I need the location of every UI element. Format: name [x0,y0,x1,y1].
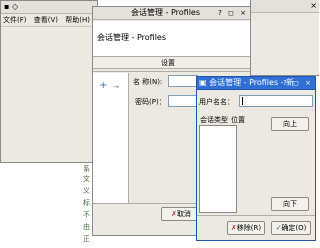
title-controls[interactable]: ? ◻ × [218,7,248,19]
column-header-type[interactable]: 会话类型 [200,115,228,125]
menubar: 文件(F) 查看(V) 帮助(H) [1,15,97,27]
side-char: 正 [83,235,90,243]
tab-settings[interactable]: 设置 [161,58,175,68]
window-icons: ▪ ◇ [4,2,19,11]
profiles-heading: 会话管理 - Profiles [97,33,167,42]
text-cursor [242,97,243,105]
side-char: 文 [83,175,90,183]
column-header-location[interactable]: 位置 [231,115,245,125]
ok-label: 确定(O) [281,224,307,232]
dialog-titlebar[interactable]: ▣ 会话管理 - Profiles - 新 ? ◻ × [197,77,315,90]
session-list[interactable] [199,125,237,213]
session-name-label: 用户名名： [199,98,234,106]
move-down-button[interactable]: 向下 [271,197,309,211]
side-char: 不 [83,211,90,219]
name-label: 名 称(N): [133,78,163,86]
session-manager-titlebar[interactable]: 会话管理 - Profiles ? ◻ × [93,7,250,20]
app-icon: ▣ [199,78,207,87]
background-window-right: × [250,0,319,76]
session-name-input[interactable] [239,95,313,107]
cancel-button[interactable]: ✗取消 [161,207,201,221]
side-char: 由 [83,223,90,231]
menu-help[interactable]: 帮助(H) [65,16,90,24]
background-window-titlebar[interactable]: ▪ ◇ [1,1,97,14]
new-session-dialog: ▣ 会话管理 - Profiles - 新 ? ◻ × 用户名名： 会话类型 位… [196,76,316,241]
name-field[interactable] [168,75,198,87]
move-up-button[interactable]: 向上 [271,117,309,131]
menu-view[interactable]: 查看(V) [34,16,58,24]
profile-list-area: + → [93,73,129,203]
background-window: ▪ ◇ 文件(F) 查看(V) 帮助(H) [0,0,98,163]
window-title: 会话管理 - Profiles [131,8,201,17]
dialog-title-controls[interactable]: ? ◻ × [283,77,313,89]
arrow-icon[interactable]: → [113,82,119,92]
dialog-divider [197,215,315,216]
menu-file[interactable]: 文件(F) [3,16,27,24]
password-label: 密码(P)： [135,98,166,106]
tab-strip: 设置 [93,58,250,69]
remove-button[interactable]: ✗移除(R) [227,221,265,235]
side-char: 系 [83,165,90,173]
dialog-title: 会话管理 - Profiles - 新 [209,78,295,87]
add-icon[interactable]: + [99,81,107,91]
header-panel: 会话管理 - Profiles [93,21,250,57]
remove-label: 移除(R) [236,224,262,232]
cancel-label: 取消 [176,210,191,218]
ok-button[interactable]: ✓确定(O) [271,221,311,235]
divider [93,71,250,72]
close-icon[interactable]: × [310,1,317,11]
password-field[interactable] [168,95,198,107]
side-char: 标 [83,199,90,207]
side-char: 义 [83,187,90,195]
